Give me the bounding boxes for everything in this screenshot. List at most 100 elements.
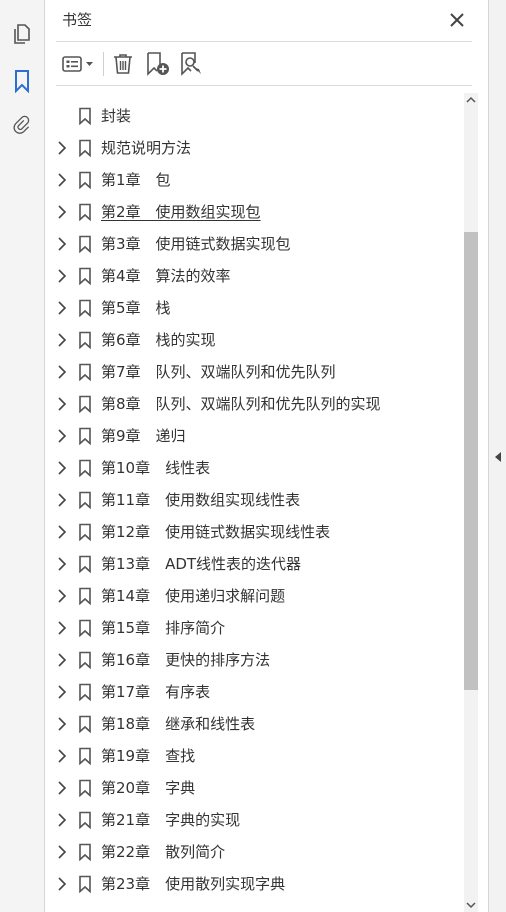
trash-icon[interactable] (110, 50, 136, 78)
bookmark-row[interactable]: 第23章 使用散列实现字典 (46, 868, 464, 900)
scroll-down-icon[interactable] (464, 898, 478, 912)
bookmark-row[interactable]: 第22章 散列简介 (46, 836, 464, 868)
chevron-right-icon[interactable] (55, 556, 69, 572)
chevron-right-icon[interactable] (55, 300, 69, 316)
paperclip-icon[interactable] (9, 113, 35, 139)
chevron-right-icon[interactable] (55, 652, 69, 668)
bookmark-row[interactable]: 第1章 包 (46, 164, 464, 196)
bookmark-row[interactable]: 第9章 递归 (46, 420, 464, 452)
scroll-up-icon[interactable] (464, 93, 478, 107)
bookmark-row[interactable]: 第2章 使用数组实现包 (46, 196, 464, 228)
chevron-right-icon[interactable] (55, 492, 69, 508)
bookmark-icon[interactable] (9, 68, 35, 94)
bookmark-row-partial[interactable] (46, 900, 464, 912)
bookmark-label[interactable]: 第13章 ADT线性表的迭代器 (101, 554, 301, 574)
bookmark-label[interactable]: 第22章 散列简介 (101, 842, 225, 862)
bookmark-label[interactable]: 第4章 算法的效率 (101, 266, 231, 286)
bookmark-row[interactable]: 第11章 使用数组实现线性表 (46, 484, 464, 516)
bookmark-row[interactable]: 封装 (46, 100, 464, 132)
bookmark-row[interactable]: 第3章 使用链式数据实现包 (46, 228, 464, 260)
bookmark-row[interactable]: 第12章 使用链式数据实现线性表 (46, 516, 464, 548)
bookmark-label[interactable]: 第19章 查找 (101, 746, 195, 766)
bookmark-icon (78, 395, 92, 414)
chevron-right-icon[interactable] (55, 460, 69, 476)
bookmark-label[interactable]: 第1章 包 (101, 170, 171, 190)
bookmark-row[interactable]: 第4章 算法的效率 (46, 260, 464, 292)
chevron-right-icon[interactable] (55, 716, 69, 732)
bookmark-row[interactable]: 第21章 字典的实现 (46, 804, 464, 836)
bookmark-label[interactable]: 第18章 继承和线性表 (101, 714, 255, 734)
chevron-right-icon[interactable] (55, 364, 69, 380)
bookmark-label[interactable]: 第12章 使用链式数据实现线性表 (101, 522, 330, 542)
chevron-right-icon[interactable] (55, 748, 69, 764)
bookmark-label[interactable]: 第15章 排序简介 (101, 618, 225, 638)
bookmark-row[interactable]: 第18章 继承和线性表 (46, 708, 464, 740)
pages-icon[interactable] (9, 21, 35, 47)
chevron-right-icon[interactable] (55, 172, 69, 188)
chevron-right-icon[interactable] (55, 140, 69, 156)
chevron-right-icon[interactable] (55, 236, 69, 252)
bookmark-label[interactable]: 第9章 递归 (101, 426, 186, 446)
left-nav-strip (0, 0, 45, 912)
bookmark-label[interactable]: 第8章 队列、双端队列和优先队列的实现 (101, 394, 381, 414)
collapse-arrow-icon[interactable] (491, 448, 505, 466)
bookmark-row[interactable]: 第16章 更快的排序方法 (46, 644, 464, 676)
bookmark-label[interactable]: 第6章 栈的实现 (101, 330, 216, 350)
bookmark-row[interactable]: 第20章 字典 (46, 772, 464, 804)
bookmark-label[interactable]: 第23章 使用散列实现字典 (101, 874, 285, 894)
bookmark-label[interactable]: 第21章 字典的实现 (101, 810, 240, 830)
bookmark-row[interactable]: 第14章 使用递归求解问题 (46, 580, 464, 612)
bookmark-label[interactable]: 第10章 线性表 (101, 458, 210, 478)
close-icon[interactable] (446, 9, 468, 31)
chevron-right-icon[interactable] (55, 620, 69, 636)
chevron-right-icon[interactable] (55, 588, 69, 604)
bookmark-label[interactable]: 封装 (101, 106, 131, 126)
bookmark-label[interactable]: 第20章 字典 (101, 778, 195, 798)
scrollbar-thumb[interactable] (464, 232, 478, 690)
chevron-right-icon[interactable] (55, 204, 69, 220)
bookmark-icon (78, 875, 92, 894)
bookmark-label[interactable]: 第5章 栈 (101, 298, 171, 318)
bookmark-row[interactable]: 第5章 栈 (46, 292, 464, 324)
bookmarks-toolbar (56, 46, 472, 82)
chevron-right-icon[interactable] (55, 396, 69, 412)
bookmark-label[interactable]: 第14章 使用递归求解问题 (101, 586, 285, 606)
bookmark-row[interactable]: 第13章 ADT线性表的迭代器 (46, 548, 464, 580)
divider (56, 41, 472, 42)
new-bookmark-icon[interactable] (144, 50, 172, 78)
bookmark-label[interactable]: 第7章 队列、双端队列和优先队列 (101, 362, 336, 382)
scrollbar[interactable] (464, 93, 478, 912)
bookmark-label[interactable]: 第16章 更快的排序方法 (101, 650, 270, 670)
bookmark-label[interactable]: 第11章 使用数组实现线性表 (101, 490, 300, 510)
panel-title: 书签 (62, 11, 93, 29)
bookmark-icon (78, 523, 92, 542)
bookmark-row[interactable]: 第15章 排序简介 (46, 612, 464, 644)
toolbar-separator (103, 52, 104, 76)
find-bookmark-icon[interactable] (178, 50, 206, 78)
bookmark-label[interactable]: 规范说明方法 (101, 138, 191, 158)
bookmark-icon (78, 171, 92, 190)
bookmark-row[interactable]: 第6章 栈的实现 (46, 324, 464, 356)
bookmark-label[interactable]: 第3章 使用链式数据实现包 (101, 234, 291, 254)
bookmark-row[interactable]: 第19章 查找 (46, 740, 464, 772)
chevron-right-icon[interactable] (55, 268, 69, 284)
bookmark-row[interactable]: 第7章 队列、双端队列和优先队列 (46, 356, 464, 388)
chevron-right-icon[interactable] (55, 428, 69, 444)
bookmark-icon (78, 459, 92, 478)
chevron-right-icon[interactable] (55, 780, 69, 796)
bookmark-row[interactable]: 第10章 线性表 (46, 452, 464, 484)
bookmark-label[interactable]: 第17章 有序表 (101, 682, 210, 702)
chevron-right-icon[interactable] (55, 812, 69, 828)
chevron-right-icon[interactable] (55, 332, 69, 348)
bookmark-icon (78, 779, 92, 798)
bookmark-row[interactable]: 第17章 有序表 (46, 676, 464, 708)
chevron-right-icon[interactable] (55, 844, 69, 860)
bookmark-row[interactable]: 规范说明方法 (46, 132, 464, 164)
bookmark-icon (78, 491, 92, 510)
chevron-right-icon[interactable] (55, 524, 69, 540)
bookmark-label[interactable]: 第2章 使用数组实现包 (101, 202, 261, 222)
chevron-right-icon[interactable] (55, 684, 69, 700)
options-icon[interactable] (58, 50, 100, 78)
chevron-right-icon[interactable] (55, 876, 69, 892)
bookmark-row[interactable]: 第8章 队列、双端队列和优先队列的实现 (46, 388, 464, 420)
